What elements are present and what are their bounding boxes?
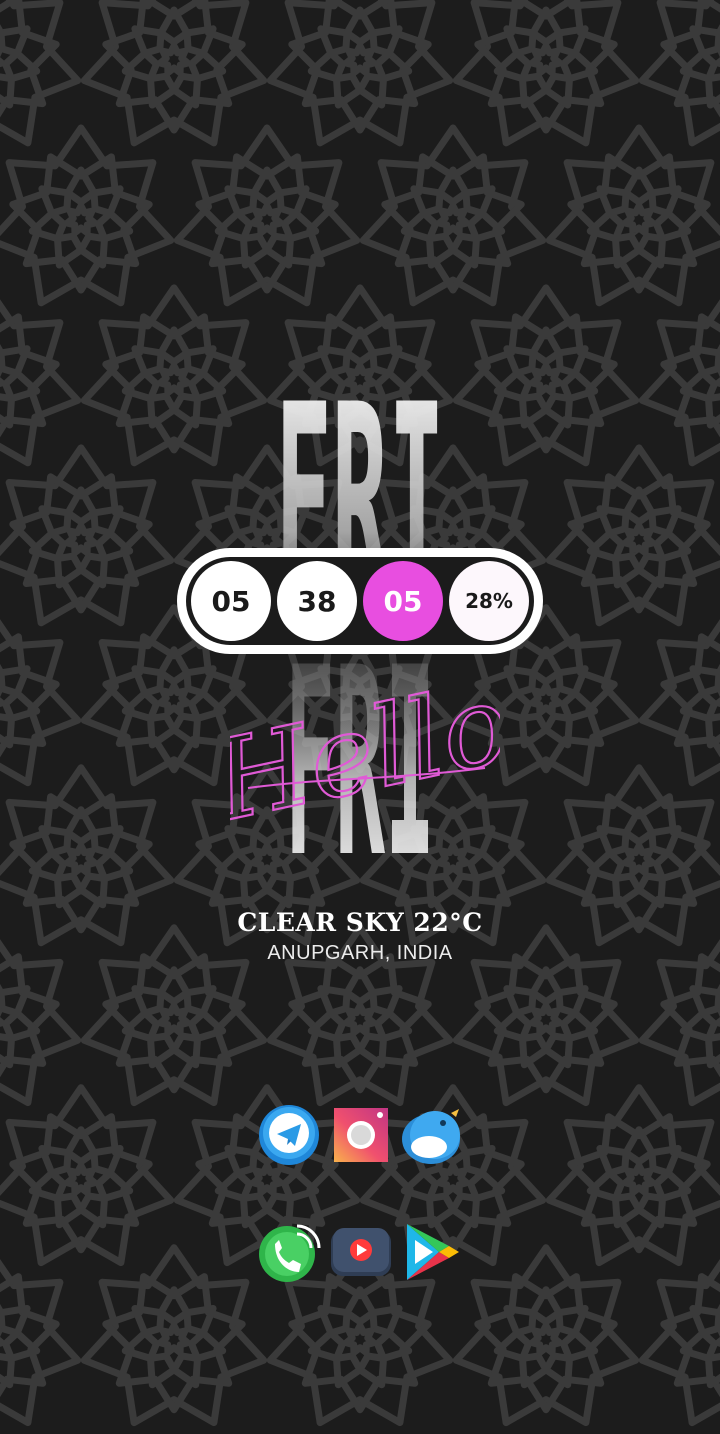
instagram-app-button[interactable]	[329, 1103, 393, 1167]
play-store-icon	[407, 1224, 459, 1280]
instagram-icon	[334, 1108, 388, 1162]
telegram-app-button[interactable]	[257, 1103, 321, 1167]
hour-display: 05	[191, 561, 271, 641]
telegram-icon	[259, 1105, 319, 1165]
youtube-app-button[interactable]	[329, 1220, 393, 1284]
weather-location: ANUPGARH, INDIA	[267, 942, 453, 964]
play-store-app-button[interactable]	[399, 1220, 463, 1284]
twitter-bird-icon	[402, 1109, 460, 1164]
svg-text:Hello: Hello	[230, 660, 500, 846]
hello-greeting: Hello	[230, 660, 500, 847]
twitter-app-button[interactable]	[399, 1103, 463, 1167]
weather-condition[interactable]: CLEAR SKY 22°C	[0, 908, 720, 937]
second-display: 05	[363, 561, 443, 641]
phone-app-button[interactable]	[257, 1220, 321, 1284]
youtube-icon	[331, 1228, 391, 1276]
battery-display: 28%	[449, 561, 529, 641]
phone-icon	[259, 1224, 321, 1282]
minute-display: 38	[277, 561, 357, 641]
